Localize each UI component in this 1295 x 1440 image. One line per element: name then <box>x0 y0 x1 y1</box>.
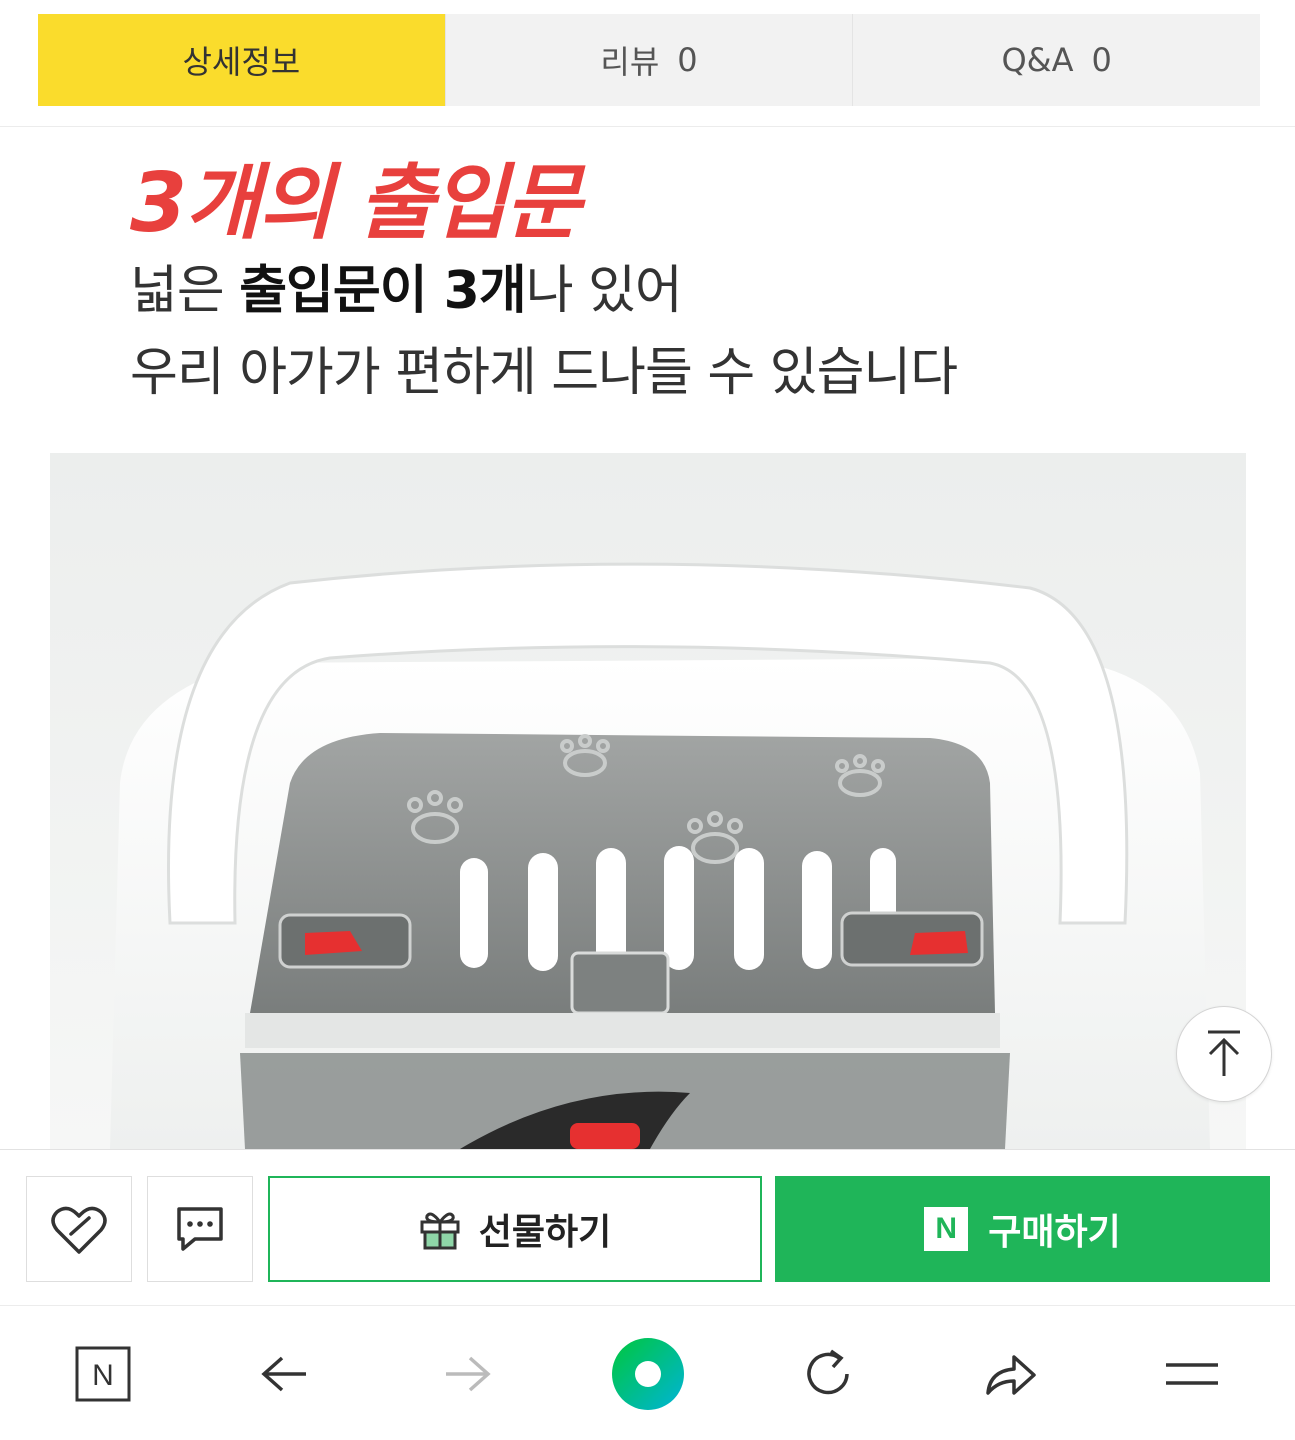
green-dot-button[interactable] <box>608 1334 688 1414</box>
gift-icon <box>420 1212 460 1250</box>
tab-detail-info-label: 상세정보 <box>182 43 301 81</box>
arrow-up-icon <box>1208 1030 1240 1076</box>
tab-detail-info[interactable]: 상세정보 <box>38 14 445 106</box>
gift-button[interactable]: 선물하기 <box>268 1176 762 1282</box>
feature-headline: 3개의 출입문 <box>130 156 581 251</box>
gift-button-label: 선물하기 <box>478 1212 612 1253</box>
menu-icon <box>1166 1363 1218 1385</box>
tab-qna[interactable]: Q&A 0 <box>852 14 1261 106</box>
desc-suffix: 나 있어 <box>525 261 683 321</box>
naver-home-button[interactable]: N <box>63 1334 143 1414</box>
like-button[interactable] <box>26 1176 132 1282</box>
scroll-to-top-button[interactable] <box>1176 1006 1272 1102</box>
buy-button-label: 구매하기 <box>988 1212 1121 1253</box>
forward-button[interactable] <box>427 1334 507 1414</box>
back-arrow-icon <box>261 1356 306 1392</box>
tab-reviews-count: 0 <box>677 41 698 79</box>
refresh-button[interactable] <box>788 1334 868 1414</box>
product-image <box>50 453 1246 1149</box>
tab-qna-label: Q&A <box>1001 41 1074 79</box>
naver-n-icon: N <box>75 1346 131 1402</box>
desc-prefix: 넓은 <box>130 261 240 321</box>
tab-divider <box>0 126 1295 127</box>
back-button[interactable] <box>245 1334 325 1414</box>
buy-button[interactable]: N 구매하기 <box>775 1176 1270 1282</box>
share-button[interactable] <box>970 1334 1050 1414</box>
naver-n-icon: N <box>924 1207 969 1251</box>
forward-arrow-icon <box>446 1356 491 1392</box>
tab-reviews[interactable]: 리뷰 0 <box>444 14 853 106</box>
desc-bold: 출입문이 3개 <box>239 261 526 321</box>
green-dot-icon <box>612 1338 684 1410</box>
menu-button[interactable] <box>1152 1334 1232 1414</box>
share-icon <box>986 1355 1036 1395</box>
chat-icon <box>177 1207 223 1251</box>
browser-nav-bar: N <box>0 1305 1295 1440</box>
refresh-icon <box>807 1349 849 1395</box>
feature-description-line-1: 넓은 출입문이 3개나 있어 <box>130 248 683 323</box>
tab-reviews-label: 리뷰 <box>600 43 660 81</box>
purchase-bar: 선물하기 N 구매하기 <box>0 1149 1295 1305</box>
detail-tabs: 상세정보 리뷰 0 Q&A 0 <box>38 14 1261 106</box>
feature-description-line-2: 우리 아가가 편하게 드나들 수 있습니다 <box>130 343 958 403</box>
heart-icon <box>51 1206 107 1254</box>
svg-text:N: N <box>92 1359 114 1392</box>
talk-button[interactable] <box>147 1176 253 1282</box>
tab-qna-count: 0 <box>1091 41 1112 79</box>
